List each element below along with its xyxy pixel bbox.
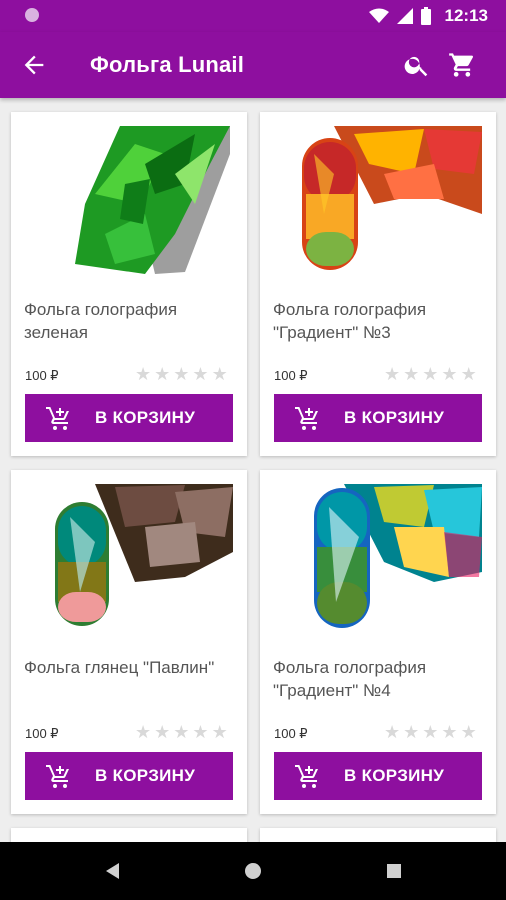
rating-stars: ★ ★ ★ ★ ★ bbox=[135, 364, 228, 384]
product-grid: Фольга голография зеленая 100 ₽ ★ ★ ★ ★ ★ В … bbox=[0, 98, 506, 842]
status-bar: 12:13 bbox=[0, 0, 506, 32]
star-icon: ★ bbox=[384, 364, 401, 384]
add-to-cart-button[interactable]: В КОРЗИНУ bbox=[274, 752, 482, 800]
star-icon: ★ bbox=[403, 722, 420, 742]
add-cart-icon bbox=[46, 407, 69, 430]
battery-icon bbox=[420, 7, 431, 25]
rating-stars: ★ ★ ★ ★ ★ bbox=[384, 364, 477, 384]
add-to-cart-label: В КОРЗИНУ bbox=[95, 766, 196, 785]
arrow-back-icon[interactable] bbox=[20, 51, 48, 79]
product-image[interactable] bbox=[274, 124, 482, 276]
add-to-cart-label: В КОРЗИНУ bbox=[344, 408, 445, 427]
search-icon[interactable] bbox=[403, 51, 431, 79]
product-card[interactable]: Фольга глянец "Павлин" 100 ₽ ★ ★ ★ ★ ★ В КОР… bbox=[11, 470, 247, 814]
star-icon: ★ bbox=[173, 722, 190, 742]
status-icons: 12:13 bbox=[368, 6, 488, 26]
star-icon: ★ bbox=[403, 364, 420, 384]
product-name[interactable]: Фольга голография зеленая bbox=[24, 298, 234, 344]
star-icon: ★ bbox=[211, 722, 228, 742]
star-icon: ★ bbox=[460, 364, 477, 384]
product-card[interactable]: Фольга голография "Градиент" №3 100 ₽ ★ ★… bbox=[260, 112, 496, 456]
product-image[interactable] bbox=[274, 482, 482, 634]
star-icon: ★ bbox=[441, 364, 458, 384]
product-price: 100 ₽ bbox=[25, 368, 59, 383]
page-title: Фольга Lunail bbox=[90, 52, 245, 77]
product-price: 100 ₽ bbox=[25, 726, 59, 741]
rating-stars: ★ ★ ★ ★ ★ bbox=[384, 722, 477, 742]
product-image[interactable] bbox=[25, 124, 233, 276]
product-name[interactable]: Фольга голография "Градиент" №3 bbox=[273, 298, 483, 344]
product-name[interactable]: Фольга голография "Градиент" №4 bbox=[273, 656, 483, 702]
nav-recents-icon[interactable] bbox=[384, 861, 404, 881]
add-to-cart-button[interactable]: В КОРЗИНУ bbox=[25, 394, 233, 442]
app-bar: Фольга Lunail bbox=[0, 32, 506, 98]
notification-dot-icon bbox=[25, 8, 39, 22]
add-cart-icon bbox=[46, 765, 69, 788]
signal-icon bbox=[396, 8, 413, 24]
add-to-cart-button[interactable]: В КОРЗИНУ bbox=[25, 752, 233, 800]
star-icon: ★ bbox=[135, 722, 152, 742]
product-price: 100 ₽ bbox=[274, 726, 308, 741]
star-icon: ★ bbox=[154, 364, 171, 384]
star-icon: ★ bbox=[173, 364, 190, 384]
wifi-icon bbox=[368, 8, 389, 23]
add-cart-icon bbox=[295, 765, 318, 788]
cart-icon[interactable] bbox=[447, 51, 477, 79]
product-price: 100 ₽ bbox=[274, 368, 308, 383]
star-icon: ★ bbox=[384, 722, 401, 742]
star-icon: ★ bbox=[422, 722, 439, 742]
product-card[interactable] bbox=[11, 828, 247, 842]
add-to-cart-button[interactable]: В КОРЗИНУ bbox=[274, 394, 482, 442]
nav-back-icon[interactable] bbox=[103, 861, 123, 881]
product-card[interactable]: Фольга голография зеленая 100 ₽ ★ ★ ★ ★ ★ В … bbox=[11, 112, 247, 456]
star-icon: ★ bbox=[422, 364, 439, 384]
add-cart-icon bbox=[295, 407, 318, 430]
system-nav-bar bbox=[0, 842, 506, 900]
clock: 12:13 bbox=[444, 6, 488, 25]
rating-stars: ★ ★ ★ ★ ★ bbox=[135, 722, 228, 742]
add-to-cart-label: В КОРЗИНУ bbox=[344, 766, 445, 785]
product-card[interactable]: Фольга голография "Градиент" №4 100 ₽ ★ ★… bbox=[260, 470, 496, 814]
product-card[interactable] bbox=[260, 828, 496, 842]
nav-home-icon[interactable] bbox=[243, 861, 263, 881]
star-icon: ★ bbox=[192, 364, 209, 384]
star-icon: ★ bbox=[192, 722, 209, 742]
product-name[interactable]: Фольга глянец "Павлин" bbox=[24, 656, 234, 679]
star-icon: ★ bbox=[154, 722, 171, 742]
star-icon: ★ bbox=[211, 364, 228, 384]
star-icon: ★ bbox=[135, 364, 152, 384]
add-to-cart-label: В КОРЗИНУ bbox=[95, 408, 196, 427]
star-icon: ★ bbox=[441, 722, 458, 742]
product-image[interactable] bbox=[25, 482, 233, 634]
star-icon: ★ bbox=[460, 722, 477, 742]
